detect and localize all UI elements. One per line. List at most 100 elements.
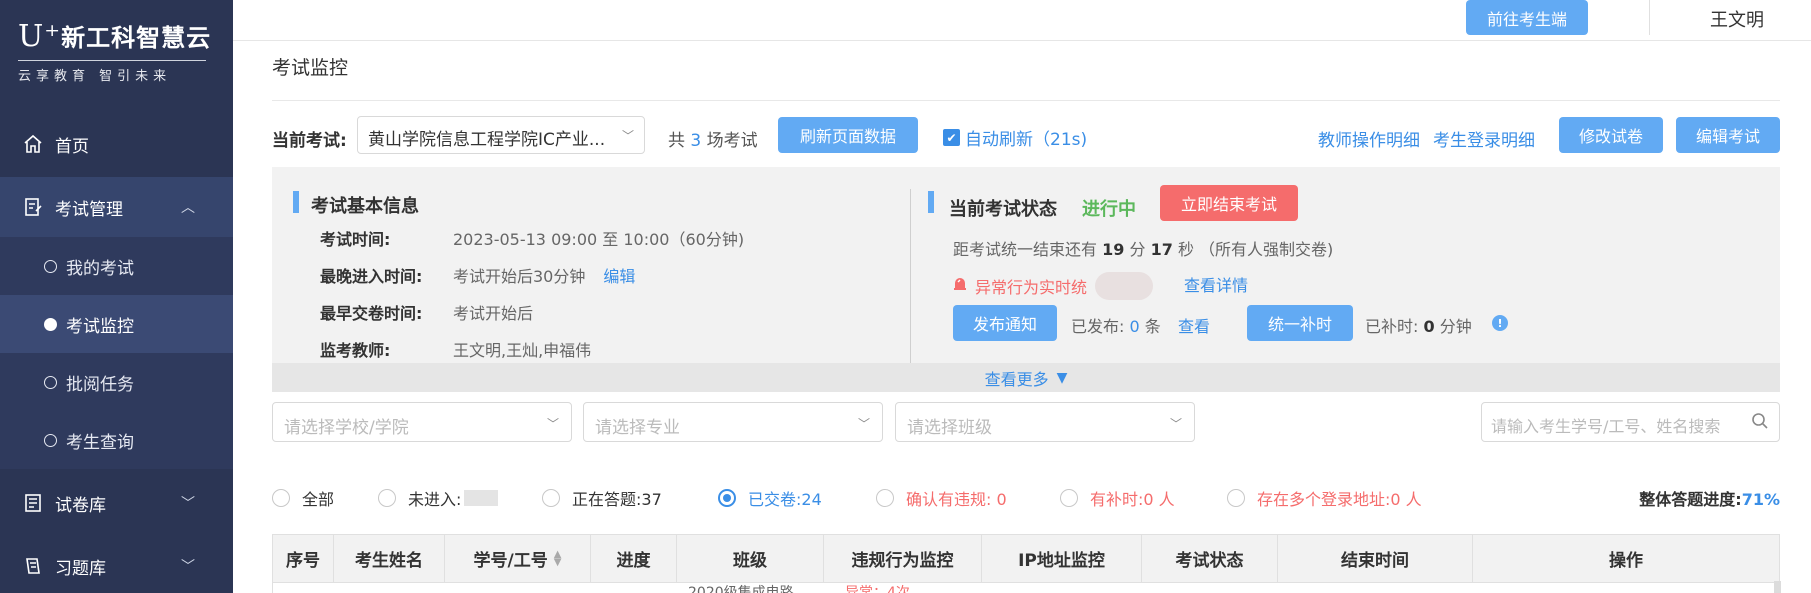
overall-progress: 整体答题进度:71%: [1639, 486, 1780, 510]
publish-notice-button[interactable]: 发布通知: [953, 305, 1057, 341]
radio-icon: [1060, 489, 1078, 507]
sort-icon[interactable]: ▲ ▼: [554, 549, 562, 567]
status-title: 当前考试状态: [949, 199, 1057, 220]
col-violation-monitor: 违规行为监控: [824, 535, 982, 582]
latest-entry-text: 考试开始后30分钟: [453, 267, 586, 286]
col-actions: 操作: [1609, 551, 1643, 571]
student-search-input[interactable]: 请输入考生学号/工号、姓名搜索: [1481, 402, 1780, 442]
nav-label-paper-library: 试卷库: [55, 495, 106, 516]
count-suffix: 场考试: [706, 131, 758, 151]
sidebar-item-label: 批阅任务: [66, 374, 134, 395]
user-name[interactable]: 王文明: [1710, 6, 1764, 32]
latest-entry-label: 最晚进入时间:: [320, 267, 423, 286]
sidebar: U⁺新工科智慧云 云享教育 智引未来 首页 考试管理 ︿ 我的考试 考试监控 批…: [0, 0, 233, 593]
col-student-name: 考生姓名: [334, 535, 445, 582]
radio-label: 存在多个登录地址:0 人: [1257, 490, 1422, 509]
countdown-suffix: （所有人强制交卷): [1199, 240, 1334, 259]
auto-refresh-toggle[interactable]: ✔ 自动刷新（21s): [943, 125, 1087, 150]
edit-paper-button[interactable]: 修改试卷: [1559, 117, 1663, 153]
exam-toolbar: 当前考试: 黄山学院信息工程学院IC产业... ﹀ 共 3 场考试 刷新页面数据…: [272, 116, 1780, 156]
view-details-link[interactable]: 查看详情: [1184, 272, 1248, 296]
radio-answering[interactable]: 正在答题:37: [542, 486, 662, 510]
radio-multi-login[interactable]: 存在多个登录地址:0 人: [1227, 486, 1422, 510]
radio-all[interactable]: 全部: [272, 486, 334, 510]
table-body: 2020级集成电路 异常：4次: [272, 583, 1780, 593]
exam-status-badge: 进行中: [1082, 199, 1136, 220]
school-select[interactable]: 请选择学校/学院 ﹀: [272, 402, 572, 442]
search-placeholder: 请输入考生学号/工号、姓名搜索: [1491, 417, 1721, 436]
nav-label-question-bank: 习题库: [55, 558, 106, 579]
abnormal-behavior-row: 异常行为实时统: [953, 272, 1161, 300]
logo-slogan: 云享教育 智引未来: [18, 60, 206, 84]
progress-label: 整体答题进度:: [1639, 490, 1742, 509]
section-marker: [928, 191, 934, 213]
divider: [1649, 0, 1650, 35]
col-end-time: 结束时间: [1278, 535, 1473, 582]
teacher-log-link[interactable]: 教师操作明细: [1318, 126, 1420, 151]
chevron-down-icon: ﹀: [621, 129, 634, 143]
home-icon: [22, 133, 44, 155]
col-ip-monitor: IP地址监控: [982, 535, 1142, 582]
earliest-submit-value: 考试开始后: [453, 304, 534, 323]
sidebar-item-my-exams[interactable]: 我的考试: [0, 237, 233, 295]
logo-prefix: U⁺: [18, 19, 62, 54]
added-time: 已补时: 0 分钟: [1365, 313, 1472, 337]
auto-refresh-label: 自动刷新（21s): [965, 130, 1088, 150]
student-log-link[interactable]: 考生登录明细: [1433, 126, 1535, 151]
class-select[interactable]: 请选择班级 ﹀: [895, 402, 1195, 442]
edit-exam-button[interactable]: 编辑考试: [1676, 117, 1780, 153]
sidebar-item-exam-monitor[interactable]: 考试监控: [0, 295, 233, 353]
show-more-toggle[interactable]: 查看更多 ▼: [272, 363, 1780, 392]
exam-management-icon: [22, 196, 44, 218]
nav-item-paper-library[interactable]: 试卷库 ﹀: [0, 473, 233, 533]
sidebar-item-grading-tasks[interactable]: 批阅任务: [0, 353, 233, 411]
radio-dot-icon: [44, 375, 57, 389]
radio-icon: [542, 489, 560, 507]
radio-icon: [1227, 489, 1245, 507]
sidebar-item-student-query[interactable]: 考生查询: [0, 411, 233, 469]
nav-item-exam-management[interactable]: 考试管理 ︿: [0, 177, 233, 237]
minute-unit: 分: [1129, 240, 1146, 259]
basic-info-title: 考试基本信息: [311, 196, 419, 217]
triangle-down-icon: ▼: [1056, 369, 1068, 386]
radio-not-entered[interactable]: 未进入:: [378, 486, 499, 510]
added-time-value: 0: [1423, 317, 1435, 336]
published-value: 0: [1129, 317, 1140, 336]
nav-item-home[interactable]: 首页: [0, 114, 233, 174]
nav-item-question-bank[interactable]: 习题库 ﹀: [0, 536, 233, 593]
col-student-id[interactable]: 学号/工号 ▲ ▼: [445, 535, 591, 582]
table-header: 序号 考生姓名 学号/工号 ▲ ▼ 进度 班级 违规行为监控 IP地址监控 考试状态…: [272, 534, 1780, 583]
exam-select[interactable]: 黄山学院信息工程学院IC产业... ﹀: [357, 116, 645, 154]
chevron-down-icon: ﹀: [1169, 417, 1182, 431]
scrollbar[interactable]: [1774, 581, 1781, 593]
countdown-minutes: 19: [1102, 240, 1125, 259]
col-progress: 进度: [591, 535, 677, 582]
add-time-button[interactable]: 统一补时: [1247, 305, 1353, 341]
paper-library-icon: [22, 492, 44, 514]
logo-name: 新工科智慧云: [61, 24, 212, 52]
class-select-placeholder: 请选择班级: [907, 418, 992, 438]
earliest-submit-label: 最早交卷时间:: [320, 304, 423, 323]
refresh-data-button[interactable]: 刷新页面数据: [778, 117, 918, 153]
radio-violation[interactable]: 确认有违规: 0: [876, 486, 1007, 510]
radio-submitted[interactable]: 已交卷:24: [718, 486, 822, 510]
exam-time-value: 2023-05-13 09:00 至 10:00（60分钟): [453, 230, 745, 249]
radio-dot-icon: [44, 259, 57, 273]
radio-dot-filled-icon: [44, 317, 57, 331]
edit-entry-link[interactable]: 编辑: [603, 267, 635, 286]
added-time-label: 已补时:: [1365, 317, 1419, 336]
question-bank-icon: [22, 555, 44, 577]
search-icon[interactable]: [1751, 412, 1769, 430]
radio-extra-time[interactable]: 有补时:0 人: [1060, 486, 1175, 510]
sidebar-item-label: 考生查询: [66, 432, 134, 453]
info-icon[interactable]: !: [1492, 315, 1508, 331]
exam-info-panel: 考试基本信息 考试时间: 2023-05-13 09:00 至 10:00（60…: [272, 167, 1780, 392]
chevron-down-icon: ﹀: [181, 559, 195, 575]
go-to-student-button[interactable]: 前往考生端: [1466, 0, 1588, 35]
published-count: 已发布: 0 条: [1071, 313, 1161, 337]
major-select[interactable]: 请选择专业 ﹀: [583, 402, 883, 442]
view-notices-link[interactable]: 查看: [1178, 313, 1210, 337]
chevron-down-icon: ﹀: [546, 417, 559, 431]
end-exam-button[interactable]: 立即结束考试: [1160, 185, 1298, 221]
radio-label: 全部: [302, 490, 335, 509]
